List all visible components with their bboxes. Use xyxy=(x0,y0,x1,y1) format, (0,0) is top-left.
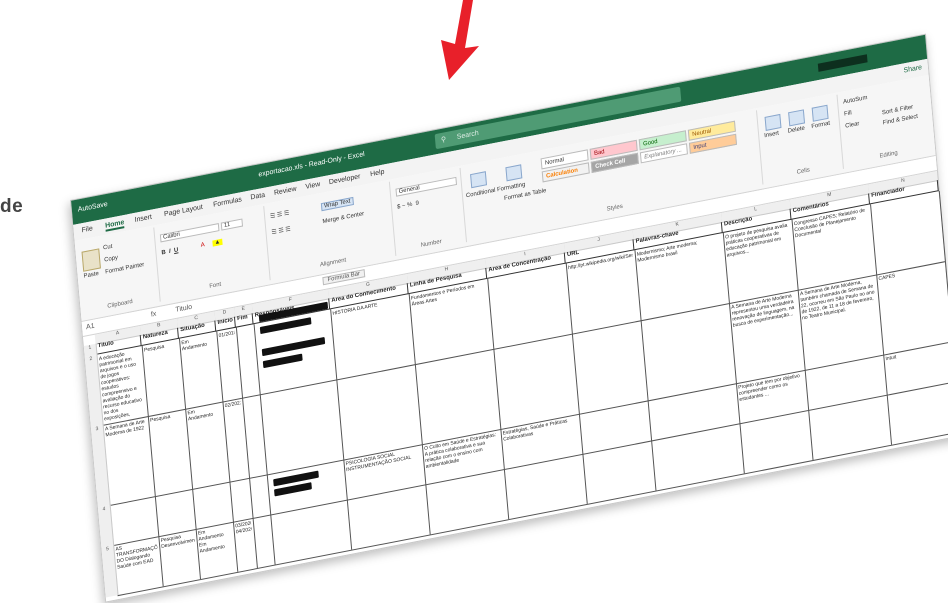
format-cells-icon[interactable] xyxy=(811,104,829,122)
cell-a5[interactable]: AS TRANSFORMAÇÕES DO Dialogando Saúde co… xyxy=(115,539,160,593)
autosave-toggle[interactable]: AutoSave xyxy=(78,201,108,214)
insert-button[interactable]: Insert xyxy=(764,130,779,139)
font-name-select[interactable]: Calibri xyxy=(159,223,220,243)
header-cell-e[interactable]: Fim xyxy=(234,313,254,328)
find-select-button[interactable]: Find & Select xyxy=(883,114,919,127)
tab-insert[interactable]: Insert xyxy=(134,214,152,224)
user-name-redacted xyxy=(817,54,868,72)
fill-button[interactable]: Fill xyxy=(844,110,852,117)
tab-help[interactable]: Help xyxy=(370,168,385,178)
cell-a3[interactable]: A Semana de Arte Moderna de 1922 xyxy=(105,419,153,503)
tab-home[interactable]: Home xyxy=(104,219,125,232)
cell-b2[interactable]: Pesquisa xyxy=(144,341,183,414)
background-page-text: de xyxy=(0,196,24,217)
formula-content[interactable]: Titulo xyxy=(175,304,192,314)
search-icon: ⚲ xyxy=(440,136,447,145)
tab-data[interactable]: Data xyxy=(250,192,265,202)
cell-b5[interactable]: Pesquisa Desenvolvimento xyxy=(160,531,197,584)
font-color-icon[interactable]: A xyxy=(201,242,205,249)
cell-g4[interactable]: PSICOLOGIA SOCIAL INSTRUMENTAÇÃO SOCIAL xyxy=(345,447,423,498)
cell-d5[interactable]: 03/2020 04/2020 xyxy=(235,520,255,569)
clear-button[interactable]: Clear xyxy=(845,121,860,130)
delete-cells-icon[interactable] xyxy=(788,109,806,127)
tab-formulas[interactable]: Formulas xyxy=(213,196,242,209)
align-left-icon[interactable]: ☰ ☰ ☰ xyxy=(271,225,291,236)
cell-h4[interactable]: O Culto em Saúde e Estratégias: A prátic… xyxy=(424,431,502,482)
fill-color-icon[interactable]: ▲ xyxy=(212,238,223,247)
cell-g2[interactable]: HISTÓRIA DA ARTE xyxy=(332,296,412,377)
paste-button[interactable]: Paste xyxy=(83,271,99,280)
conditional-formatting-icon[interactable] xyxy=(470,171,487,189)
delete-button[interactable]: Delete xyxy=(788,125,806,134)
number-group: General $ ~ % 9 Number xyxy=(390,167,468,256)
cell-h2[interactable]: Fundamentos e Períodos em Áreas Artes xyxy=(411,281,491,362)
tab-review[interactable]: Review xyxy=(274,186,297,197)
cell-l2[interactable]: O projeto de pesquisa avalia práticas co… xyxy=(725,222,796,301)
cell-m3[interactable]: A Semana de Arte Moderna, também chamada… xyxy=(800,277,881,368)
cell-m2[interactable]: Congresso CAPES; Relatório de Conclusão … xyxy=(794,207,874,288)
bold-icon[interactable]: B I U xyxy=(161,247,178,256)
editing-group: AutoSum Fill Clear Sort & Filter Find & … xyxy=(838,77,933,168)
number-format-select[interactable]: General xyxy=(395,176,458,197)
copy-button[interactable]: Copy xyxy=(104,255,118,264)
redacted-name xyxy=(261,336,326,357)
format-button[interactable]: Format xyxy=(811,121,830,131)
redacted-name xyxy=(262,353,303,369)
column-border xyxy=(487,278,510,520)
cell-i4[interactable]: Estratégias, Saúde e Práticas Colaborati… xyxy=(502,416,580,467)
cell-l3[interactable]: A Semana de Arte Moderna representou uma… xyxy=(731,292,802,381)
cell-j2[interactable]: http://pt.wikipedia.org/wiki/Semana_de_A… xyxy=(568,253,639,332)
cell-c5[interactable]: Em Andamento Em Andamento xyxy=(198,524,235,577)
share-button[interactable]: Share xyxy=(903,64,922,75)
tab-developer[interactable]: Developer xyxy=(329,173,361,186)
cell-c2[interactable]: Em Andamento xyxy=(181,334,220,407)
insert-cells-icon[interactable] xyxy=(764,113,782,131)
wrap-text-button[interactable]: Wrap Text xyxy=(320,196,354,212)
excel-window: AutoSave exportacao.xls - Read-Only - Ex… xyxy=(70,33,948,603)
currency-icon[interactable]: $ ~ % 9 xyxy=(397,200,419,210)
merge-center-button[interactable]: Merge & Center xyxy=(322,211,364,225)
cells-group: Insert Delete Format Cells xyxy=(757,94,844,185)
search-placeholder: Search xyxy=(456,129,479,142)
font-size-select[interactable]: 11 xyxy=(220,218,244,231)
cut-button[interactable]: Cut xyxy=(103,244,113,252)
cell-c3[interactable]: Em Andamento xyxy=(187,404,227,487)
fx-icon[interactable]: fx xyxy=(151,311,157,319)
tab-view[interactable]: View xyxy=(305,181,320,191)
align-top-icon[interactable]: ☰ ☰ ☰ xyxy=(270,209,290,220)
red-arrow-icon xyxy=(441,0,479,80)
tab-file[interactable]: File xyxy=(81,225,93,234)
format-painter-button[interactable]: Format Painter xyxy=(105,262,144,276)
cell-a2[interactable]: A educação patrimonial em arquivos e o u… xyxy=(99,348,146,422)
clipboard-group: Paste Cut Copy Format Painter Clipboard xyxy=(74,227,161,318)
format-table-icon[interactable] xyxy=(505,164,523,182)
cell-n3[interactable]: CAPES xyxy=(878,264,948,353)
paste-icon[interactable] xyxy=(81,248,101,272)
cell-l4[interactable]: Projeto que tem por objetivo compreender… xyxy=(738,372,806,421)
row-header[interactable]: 4 xyxy=(97,504,115,548)
autosum-button[interactable]: AutoSum xyxy=(843,95,868,106)
cell-b3[interactable]: Pesquisa xyxy=(150,411,190,494)
cell-n2[interactable] xyxy=(872,193,943,272)
